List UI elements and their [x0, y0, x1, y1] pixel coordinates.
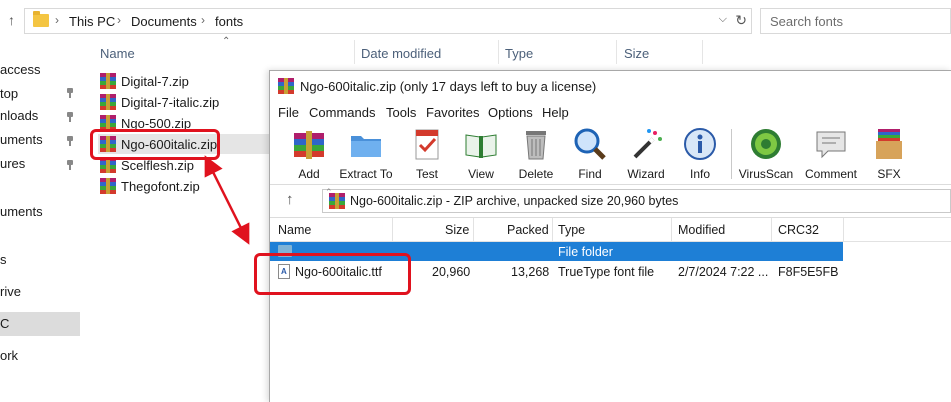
nav-item-network[interactable]: ork: [0, 344, 80, 368]
winrar-archive-icon: [329, 193, 345, 209]
breadcrumb-this-pc[interactable]: This PC: [69, 14, 115, 29]
archive-path-bar: ↑ ⌃ Ngo-600italic.zip - ZIP archive, unp…: [270, 186, 951, 216]
column-divider[interactable]: [616, 40, 617, 64]
test-checklist-icon: [415, 129, 439, 160]
column-divider[interactable]: [498, 40, 499, 64]
column-date-modified[interactable]: Date modified: [361, 46, 441, 61]
menu-tools[interactable]: Tools: [386, 105, 416, 120]
column-modified[interactable]: Modified: [678, 223, 725, 237]
virusscan-button[interactable]: VirusScan: [739, 127, 793, 183]
info-icon: [684, 128, 716, 160]
winrar-archive-icon: [100, 94, 116, 110]
list-item[interactable]: Digital-7.zip: [98, 71, 258, 91]
view-button[interactable]: View: [463, 127, 499, 183]
chevron-right-icon: ›: [117, 13, 121, 27]
menu-help[interactable]: Help: [542, 105, 569, 120]
explorer-column-headers: ⌃ Name Date modified Type Size: [86, 36, 951, 64]
breadcrumb-fonts[interactable]: fonts: [215, 14, 243, 29]
virus-icon: [751, 129, 781, 159]
extract-to-button[interactable]: Extract To: [339, 127, 393, 183]
sort-chevron-icon: ⌃: [222, 36, 231, 47]
add-archive-icon: [294, 131, 324, 159]
toolbar-divider: [731, 129, 732, 179]
winrar-app-icon: [278, 78, 294, 94]
archive-path-text: Ngo-600italic.zip - ZIP archive, unpacke…: [350, 194, 679, 208]
menu-commands[interactable]: Commands: [309, 105, 375, 120]
magic-wand-icon: [633, 129, 662, 159]
column-type[interactable]: Type: [558, 223, 585, 237]
archive-path-box[interactable]: ⌃ Ngo-600italic.zip - ZIP archive, unpac…: [322, 187, 951, 213]
search-placeholder: Search fonts: [770, 14, 843, 29]
column-divider[interactable]: [473, 218, 474, 242]
column-packed[interactable]: Packed: [507, 223, 549, 237]
winrar-title-bar[interactable]: Ngo-600italic.zip (only 17 days left to …: [270, 71, 951, 101]
column-divider[interactable]: [354, 40, 355, 64]
trash-icon: [526, 131, 546, 160]
book-icon: [465, 134, 497, 158]
column-size[interactable]: Size: [624, 46, 649, 61]
column-divider[interactable]: [843, 218, 844, 242]
window-title: Ngo-600italic.zip (only 17 days left to …: [300, 79, 597, 94]
folder-icon: [33, 11, 49, 27]
nav-item-documents-2[interactable]: uments: [0, 200, 80, 224]
column-divider[interactable]: [702, 40, 703, 64]
comment-bubble-icon: [816, 131, 846, 159]
explorer-address-area: ↑ › This PC › Documents › fonts ⌵ ↻ Sear…: [0, 0, 951, 40]
up-arrow-icon[interactable]: ↑: [8, 12, 15, 28]
info-button[interactable]: Info: [682, 127, 718, 183]
menu-favorites[interactable]: Favorites: [426, 105, 479, 120]
test-button[interactable]: Test: [409, 127, 445, 183]
column-name[interactable]: Name: [100, 46, 135, 61]
chevron-right-icon: ›: [201, 13, 205, 27]
folder-icon: [351, 136, 381, 157]
winrar-archive-icon: [100, 73, 116, 89]
menu-bar: File Commands Tools Favorites Options He…: [270, 101, 951, 123]
wizard-button[interactable]: Wizard: [627, 127, 665, 183]
column-size[interactable]: Size: [445, 223, 469, 237]
nav-item-s[interactable]: s: [0, 248, 80, 272]
pin-icon: [66, 88, 74, 98]
nav-item-drive[interactable]: rive: [0, 280, 80, 304]
find-button[interactable]: Find: [572, 127, 608, 183]
address-dropdown-icon[interactable]: ⌵: [719, 13, 727, 26]
sfx-box-icon: [876, 129, 902, 159]
toolbar: Add Extract To Test View Delete Find Wiz…: [270, 123, 951, 185]
column-divider[interactable]: [671, 218, 672, 242]
breadcrumb-documents[interactable]: Documents: [131, 14, 197, 29]
pin-icon: [66, 136, 74, 146]
winrar-window[interactable]: Ngo-600italic.zip (only 17 days left to …: [254, 70, 951, 402]
comment-button[interactable]: Comment: [805, 127, 857, 183]
archive-column-headers: Name Size Packed Type Modified CRC32: [270, 218, 951, 242]
archive-file-list[interactable]: Name Size Packed Type Modified CRC32 .. …: [254, 217, 951, 402]
pin-icon: [66, 160, 74, 170]
column-divider[interactable]: [771, 218, 772, 242]
up-arrow-icon[interactable]: ↑: [286, 191, 294, 208]
list-item[interactable]: Digital-7-italic.zip: [98, 92, 258, 112]
refresh-icon[interactable]: ↻: [735, 12, 747, 29]
column-divider[interactable]: [392, 218, 393, 242]
magnifier-icon: [574, 128, 606, 160]
column-crc32[interactable]: CRC32: [778, 223, 819, 237]
menu-file[interactable]: File: [278, 105, 299, 120]
nav-item-quick-access[interactable]: access: [0, 58, 80, 82]
address-bar[interactable]: › This PC › Documents › fonts ⌵ ↻: [24, 8, 752, 34]
pin-icon: [66, 112, 74, 122]
sfx-button[interactable]: SFX: [871, 127, 907, 183]
winrar-archive-icon: [100, 178, 116, 194]
menu-options[interactable]: Options: [488, 105, 533, 120]
column-name[interactable]: Name: [278, 223, 311, 237]
column-divider[interactable]: [552, 218, 553, 242]
delete-button[interactable]: Delete: [518, 127, 554, 183]
navigation-pane: access top nloads uments ures uments s r…: [0, 40, 80, 402]
search-box[interactable]: Search fonts: [760, 8, 951, 34]
annotation-highlight-ttf: [254, 253, 411, 295]
add-button[interactable]: Add: [291, 127, 327, 183]
column-type[interactable]: Type: [505, 46, 533, 61]
nav-item-this-pc[interactable]: C: [0, 312, 80, 336]
chevron-right-icon: ›: [55, 13, 59, 27]
